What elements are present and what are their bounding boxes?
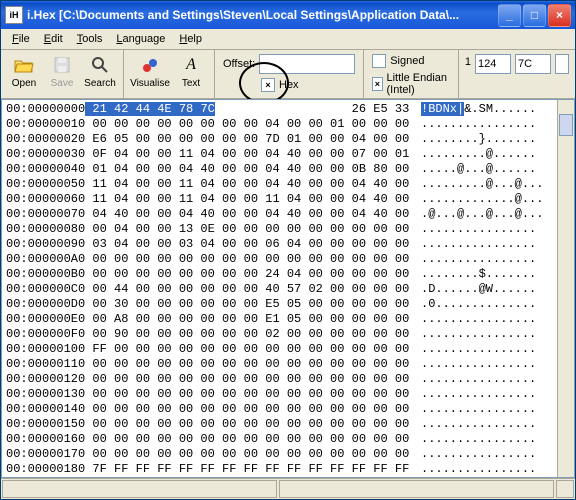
statusbar [1, 478, 575, 499]
maximize-button[interactable]: □ [523, 4, 546, 27]
save-button[interactable]: Save [43, 52, 81, 91]
search-icon [89, 54, 111, 76]
minimize-button[interactable]: _ [498, 4, 521, 27]
toolbar: Open Save Search Visualise A Text O [1, 50, 575, 99]
vertical-scrollbar[interactable] [557, 100, 574, 477]
menu-file[interactable]: File [5, 31, 37, 47]
text-icon: A [180, 54, 202, 76]
page-group: 1 [459, 50, 575, 98]
close-button[interactable]: × [548, 4, 571, 27]
ascii-view[interactable]: !BDNx|&.SM...... ................ ......… [417, 100, 557, 477]
app-icon: iH [5, 6, 23, 24]
offset-input[interactable] [259, 54, 355, 74]
signed-checkbox[interactable] [372, 54, 386, 68]
app-window: iH i.Hex [C:\Documents and Settings\Stev… [0, 0, 576, 500]
hex-checkbox[interactable] [261, 78, 275, 92]
menu-tools[interactable]: Tools [70, 31, 110, 47]
offset-group: Offset: Hex [215, 50, 363, 98]
open-button[interactable]: Open [5, 52, 43, 91]
status-cell-3 [556, 480, 574, 498]
menu-edit[interactable]: Edit [37, 31, 70, 47]
scrollbar-thumb[interactable] [559, 114, 573, 136]
menu-help[interactable]: Help [172, 31, 209, 47]
save-icon [51, 54, 73, 76]
menu-language[interactable]: Language [109, 31, 172, 47]
search-button[interactable]: Search [81, 52, 119, 91]
menubar: File Edit Tools Language Help [1, 29, 575, 50]
text-button[interactable]: A Text [172, 52, 210, 91]
visualise-button[interactable]: Visualise [128, 52, 172, 91]
hex-checkbox-label: Hex [279, 79, 299, 91]
status-cell-2 [279, 480, 554, 498]
page-input-2[interactable] [515, 54, 551, 74]
titlebar[interactable]: iH i.Hex [C:\Documents and Settings\Stev… [1, 1, 575, 29]
visualise-icon [139, 54, 161, 76]
hex-view[interactable]: 00:00000000 21 42 44 4E 78 7C 26 E5 33 4… [2, 100, 417, 477]
page-number: 1 [465, 54, 471, 68]
window-title: i.Hex [C:\Documents and Settings\Steven\… [27, 8, 498, 22]
offset-label: Offset: [223, 58, 255, 70]
endian-label: Little Endian (Intel) [387, 72, 450, 96]
status-cell-1 [2, 480, 277, 498]
page-input-3[interactable] [555, 54, 569, 74]
page-input-1[interactable] [475, 54, 511, 74]
content-area: 00:00000000 21 42 44 4E 78 7C 26 E5 33 4… [1, 99, 575, 478]
options-group: Signed Little Endian (Intel) [363, 50, 459, 98]
endian-checkbox[interactable] [372, 77, 382, 91]
signed-label: Signed [390, 55, 424, 67]
open-icon [13, 54, 35, 76]
